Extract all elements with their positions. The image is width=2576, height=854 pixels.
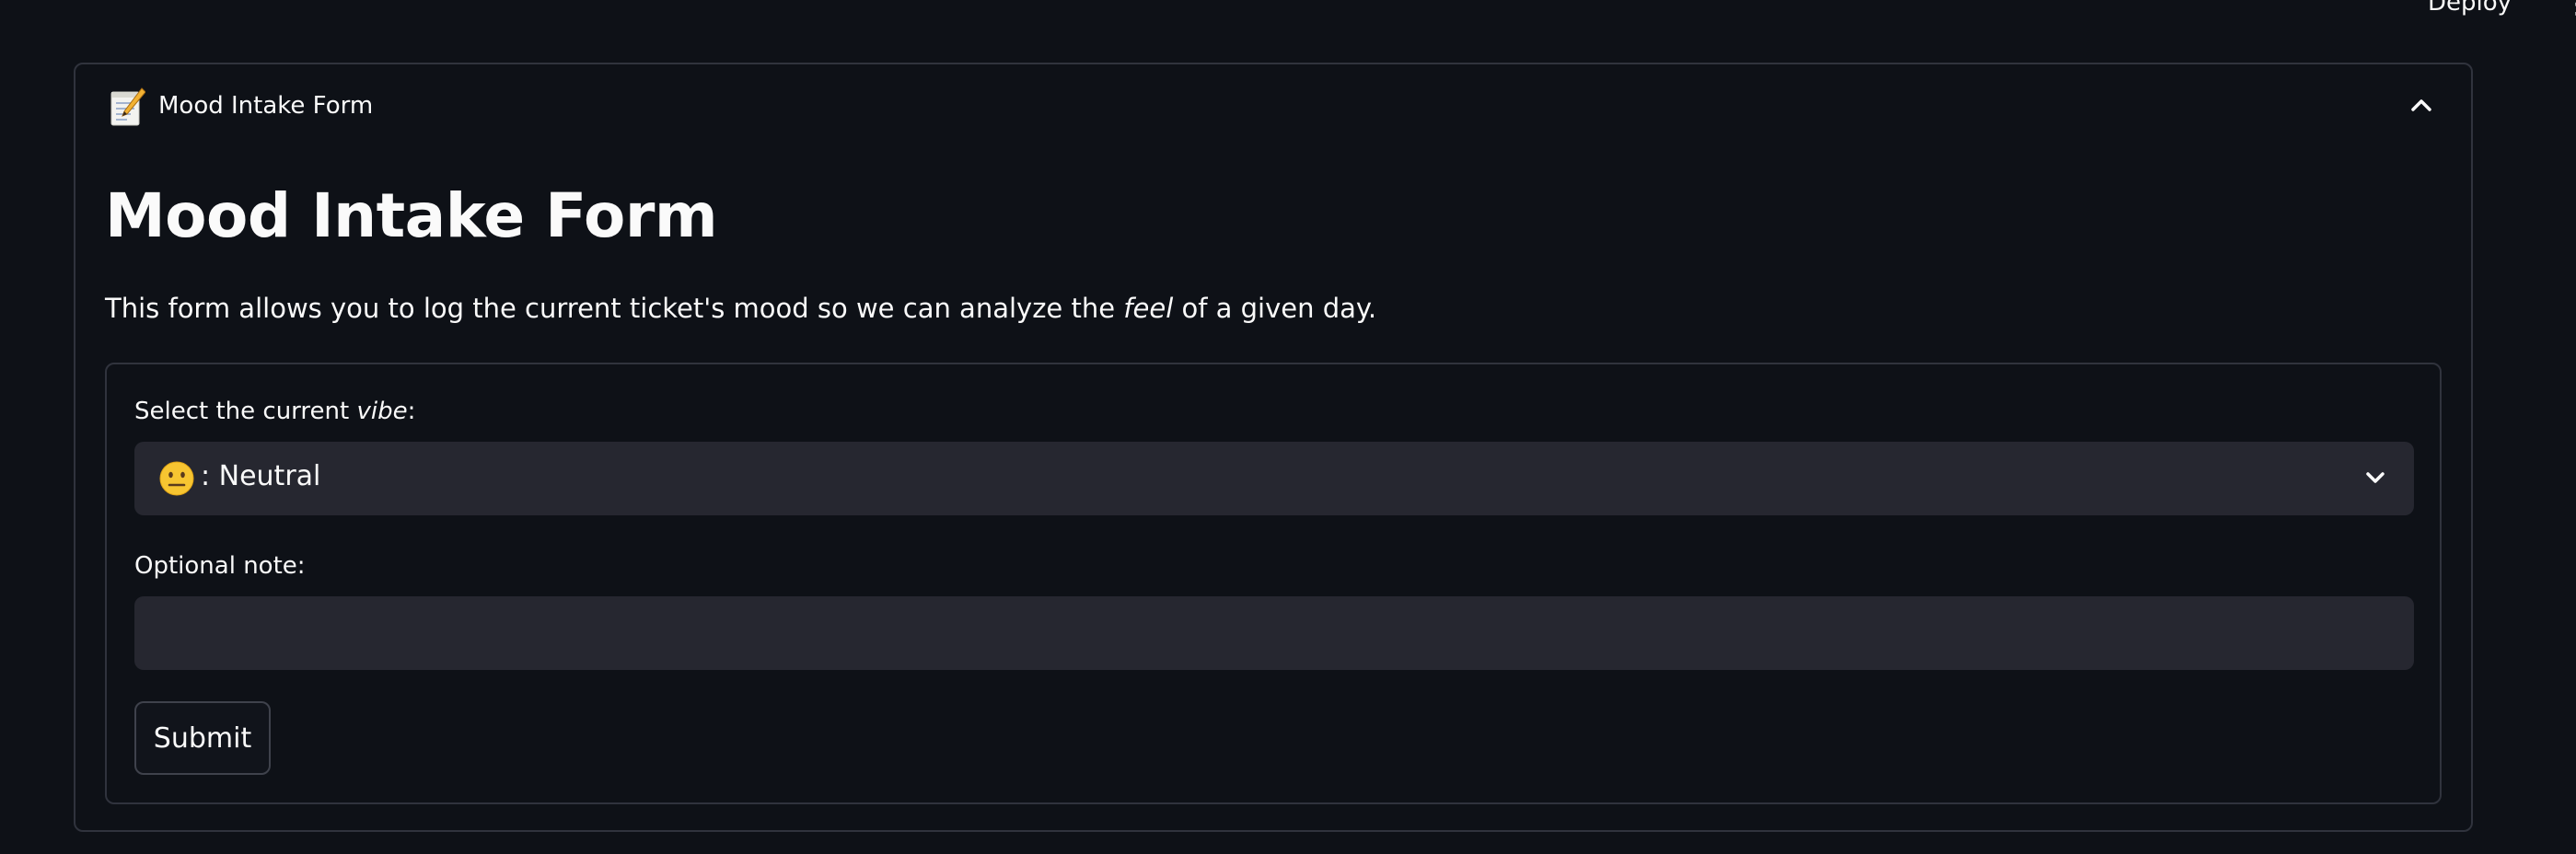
neutral-face-icon xyxy=(159,461,194,496)
description-text-end: of a given day. xyxy=(1173,293,1377,324)
submit-button[interactable]: Submit xyxy=(134,701,271,775)
top-toolbar: Deploy ⋮ xyxy=(2208,0,2576,28)
deploy-button[interactable]: Deploy xyxy=(2428,0,2512,17)
chevron-down-icon[interactable] xyxy=(2364,469,2386,486)
main-menu-icon[interactable]: ⋮ xyxy=(2563,0,2576,18)
chevron-up-icon[interactable] xyxy=(2408,96,2434,114)
vibe-selected-value: : Neutral xyxy=(201,460,321,492)
mood-form-expander: Mood Intake Form Mood Intake Form This f… xyxy=(74,63,2473,832)
page-title: Mood Intake Form xyxy=(105,180,718,251)
description-text-start: This form allows you to log the current … xyxy=(105,293,1124,324)
note-input[interactable] xyxy=(134,596,2414,670)
description-emphasis: feel xyxy=(1123,293,1174,324)
vibe-label-end: : xyxy=(407,398,416,425)
expander-title: Mood Intake Form xyxy=(158,92,374,120)
vibe-select-label: Select the current vibe: xyxy=(134,398,415,425)
vibe-label-start: Select the current xyxy=(134,398,357,425)
memo-icon xyxy=(110,87,145,126)
expander-header[interactable]: Mood Intake Form xyxy=(75,64,2471,153)
vibe-label-emphasis: vibe xyxy=(356,398,408,425)
mood-form: Select the current vibe: : Neutral Optio… xyxy=(105,363,2442,804)
vibe-select[interactable]: : Neutral xyxy=(134,442,2414,515)
note-label: Optional note: xyxy=(134,552,306,580)
form-description: This form allows you to log the current … xyxy=(105,293,1376,324)
